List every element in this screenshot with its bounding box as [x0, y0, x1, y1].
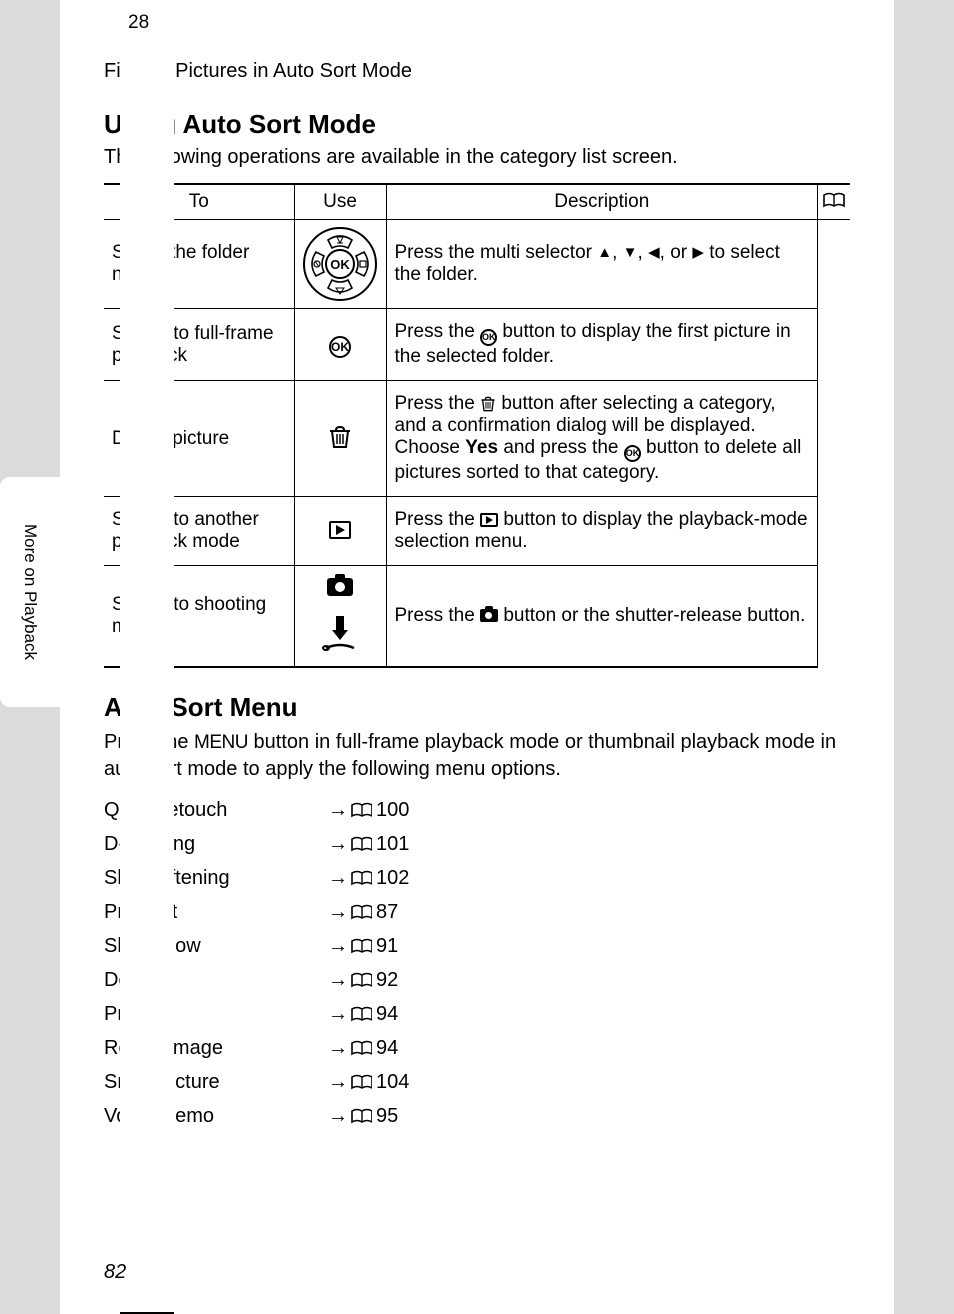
- book-icon: [350, 802, 372, 818]
- book-icon: [350, 938, 372, 954]
- table-row: Delete picture Press the button after se…: [104, 381, 850, 497]
- arrow-right-icon: →: [328, 867, 348, 890]
- page-header: Finding Pictures in Auto Sort Mode: [104, 60, 850, 83]
- multi-selector-icon: [297, 224, 384, 304]
- list-item: D-Lighting→101: [104, 827, 850, 861]
- table-row: Switch to shooting mode Press the button…: [104, 566, 850, 668]
- list-item: Skin softening→102: [104, 861, 850, 895]
- arrow-right-icon: →: [328, 1071, 348, 1094]
- side-tab: More on Playback: [0, 477, 60, 707]
- list-item: Delete→92: [104, 963, 850, 997]
- operations-table: To Use Description Select the folder nam…: [104, 183, 850, 668]
- shutter-arrow-icon: [320, 614, 360, 654]
- trash-icon: [328, 425, 352, 449]
- camera-icon: [327, 578, 353, 596]
- trash-icon: [480, 396, 496, 412]
- section2-title: Auto Sort Menu: [104, 692, 850, 723]
- section1-title: Using Auto Sort Mode: [104, 109, 850, 140]
- row0-use: [294, 220, 386, 309]
- row3-use: [294, 497, 386, 566]
- playback-icon: [480, 513, 498, 527]
- book-icon: [350, 836, 372, 852]
- col-page: [818, 184, 851, 220]
- book-icon: [350, 870, 372, 886]
- list-item: Print set→87: [104, 895, 850, 929]
- arrow-right-icon: →: [328, 935, 348, 958]
- row3-desc: Press the button to display the playback…: [386, 497, 818, 566]
- table-row: Select the folder name Press the multi s…: [104, 220, 850, 309]
- list-item: Protect→94: [104, 997, 850, 1031]
- up-triangle-icon: ▲: [597, 244, 612, 261]
- list-item: Quick retouch→100: [104, 793, 850, 827]
- left-triangle-icon: ◀: [648, 244, 660, 261]
- row4-use: [294, 566, 386, 668]
- menu-options-list: Quick retouch→100 D-Lighting→101 Skin so…: [104, 793, 850, 1133]
- menu-button-icon: MENU: [194, 732, 248, 753]
- arrow-right-icon: →: [328, 1003, 348, 1026]
- book-icon: [350, 972, 372, 988]
- right-triangle-icon: ▶: [692, 244, 704, 261]
- row0-desc: Press the multi selector ▲, ▼, ◀, or ▶ t…: [386, 220, 818, 309]
- arrow-right-icon: →: [328, 1105, 348, 1128]
- section1-intro: The following operations are available i…: [104, 146, 850, 169]
- book-icon: [350, 1108, 372, 1124]
- side-tab-label: More on Playback: [20, 524, 40, 660]
- arrow-right-icon: →: [328, 799, 348, 822]
- camera-icon: [480, 609, 498, 622]
- book-icon: [350, 1040, 372, 1056]
- arrow-right-icon: →: [328, 833, 348, 856]
- book-icon: [822, 192, 846, 209]
- manual-page: Finding Pictures in Auto Sort Mode Using…: [60, 0, 894, 1314]
- row2-desc: Press the button after selecting a categ…: [386, 381, 818, 497]
- row1-use: OK: [294, 309, 386, 381]
- row4-page: 28: [120, 0, 174, 1314]
- arrow-right-icon: →: [328, 1037, 348, 1060]
- arrow-right-icon: →: [328, 969, 348, 992]
- playback-icon: [329, 521, 351, 539]
- row4-desc: Press the button or the shutter-release …: [386, 566, 818, 668]
- down-triangle-icon: ▼: [623, 244, 638, 261]
- list-item: Small picture→104: [104, 1065, 850, 1099]
- ok-button-icon: OK: [624, 445, 641, 462]
- book-icon: [350, 1074, 372, 1090]
- col-desc: Description: [386, 184, 818, 220]
- list-item: Rotate image→94: [104, 1031, 850, 1065]
- col-use: Use: [294, 184, 386, 220]
- page-number: 82: [104, 1261, 126, 1284]
- table-row: Switch to another playback mode Press th…: [104, 497, 850, 566]
- ok-button-icon: OK: [480, 329, 497, 346]
- list-item: Slide show→91: [104, 929, 850, 963]
- table-row: Switch to full-frame playback OK Press t…: [104, 309, 850, 381]
- book-icon: [350, 1006, 372, 1022]
- row2-use: [294, 381, 386, 497]
- ok-button-icon: OK: [329, 336, 351, 358]
- list-item: Voice memo→95: [104, 1099, 850, 1133]
- section2-intro: Press the MENU button in full-frame play…: [104, 729, 850, 783]
- row1-desc: Press the OK button to display the first…: [386, 309, 818, 381]
- book-icon: [350, 904, 372, 920]
- arrow-right-icon: →: [328, 901, 348, 924]
